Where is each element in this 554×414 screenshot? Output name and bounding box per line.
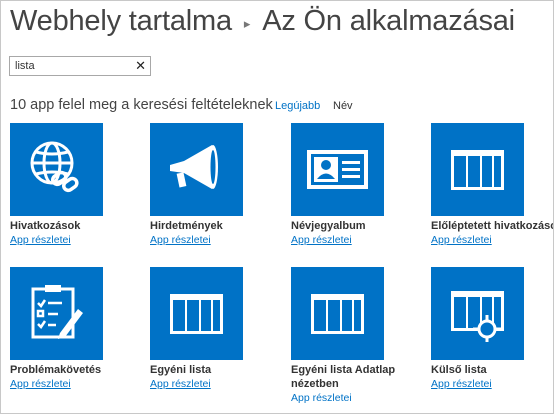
app-frame: Webhely tartalma ▸ Az Ön alkalmazásai ✕ … xyxy=(0,0,554,414)
app-tile-issue-tracking[interactable]: Problémakövetés App részletei xyxy=(10,267,150,391)
list-grid-icon[interactable] xyxy=(431,123,524,216)
sort-newest-link[interactable]: Legújabb xyxy=(275,100,320,112)
app-details-link[interactable]: App részletei xyxy=(291,234,431,247)
app-details-link[interactable]: App részletei xyxy=(10,234,150,247)
list-grid-icon[interactable] xyxy=(150,267,243,360)
app-tile-announcements[interactable]: Hirdetmények App részletei xyxy=(150,123,290,247)
breadcrumb: Webhely tartalma ▸ Az Ön alkalmazásai xyxy=(10,5,515,38)
app-details-link[interactable]: App részletei xyxy=(150,378,290,391)
globe-link-icon[interactable] xyxy=(10,123,103,216)
app-tile-external-list[interactable]: Külső lista App részletei xyxy=(431,267,553,391)
app-tile-custom-list[interactable]: Egyéni lista App részletei xyxy=(150,267,290,391)
app-title: Névjegyalbum xyxy=(291,220,366,232)
external-list-icon[interactable] xyxy=(431,267,524,360)
megaphone-icon[interactable] xyxy=(150,123,243,216)
app-tile-promoted-links[interactable]: Előléptetett hivatkozások App részletei xyxy=(431,123,554,247)
clipboard-checklist-icon[interactable] xyxy=(10,267,103,360)
contact-card-icon[interactable] xyxy=(291,123,384,216)
app-title: Problémakövetés xyxy=(10,364,102,376)
app-title: Külső lista xyxy=(431,364,487,376)
app-details-link[interactable]: App részletei xyxy=(10,378,150,391)
app-tile-links[interactable]: Hivatkozások App részletei xyxy=(10,123,150,247)
app-title: Egyéni lista xyxy=(150,364,212,376)
app-title: Hirdetmények xyxy=(150,220,223,232)
app-title: Hivatkozások xyxy=(10,220,81,232)
search-input[interactable] xyxy=(15,59,125,73)
page-title: Az Ön alkalmazásai xyxy=(262,5,515,37)
results-summary: 10 app felel meg a keresési feltételekne… xyxy=(10,97,273,113)
app-details-link[interactable]: App részletei xyxy=(150,234,290,247)
sort-name-link[interactable]: Név xyxy=(333,100,353,112)
app-details-link[interactable]: App részletei xyxy=(431,234,553,247)
app-title: Egyéni lista Adatlap nézetben xyxy=(291,364,396,390)
app-details-link[interactable]: App részletei xyxy=(431,378,553,391)
list-grid-icon[interactable] xyxy=(291,267,384,360)
search-box: ✕ xyxy=(9,56,151,76)
app-title: Előléptetett hivatkozások xyxy=(431,220,554,232)
breadcrumb-site-contents[interactable]: Webhely tartalma xyxy=(10,5,232,38)
app-tile-custom-list-datasheet[interactable]: Egyéni lista Adatlap nézetben App részle… xyxy=(291,267,431,405)
app-details-link[interactable]: App részletei xyxy=(291,392,431,405)
clear-search-icon[interactable]: ✕ xyxy=(135,58,146,74)
app-tile-contacts[interactable]: Névjegyalbum App részletei xyxy=(291,123,431,247)
breadcrumb-separator-icon: ▸ xyxy=(243,15,251,31)
